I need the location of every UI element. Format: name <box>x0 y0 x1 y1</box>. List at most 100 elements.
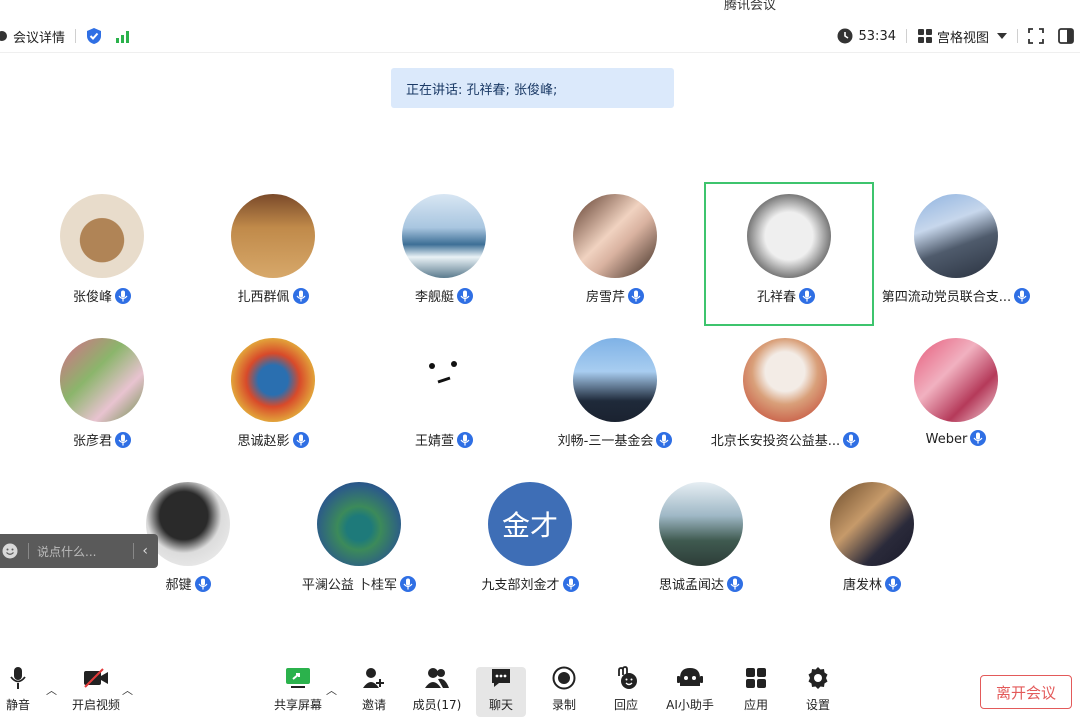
members-icon <box>424 667 450 692</box>
members-button[interactable]: 成员(17) <box>407 666 467 713</box>
participant-name: 房雪芹 <box>585 290 625 305</box>
chat-input-bar[interactable]: 说点什么... ‹ <box>0 534 158 568</box>
view-mode-button[interactable]: 宫格视图 <box>937 27 989 46</box>
participant-tile[interactable]: 金才 九支部刘金才 <box>450 470 610 610</box>
apps-icon <box>745 667 767 692</box>
shield-icon[interactable] <box>86 27 102 45</box>
avatar <box>747 194 831 278</box>
avatar <box>146 482 230 566</box>
ai-assistant-icon <box>676 666 704 693</box>
participant-tile[interactable]: Weber <box>876 326 1036 466</box>
chat-input[interactable]: 说点什么... <box>37 543 125 560</box>
mute-button[interactable]: 静音 <box>0 666 48 713</box>
add-user-icon <box>362 667 386 692</box>
avatar <box>231 194 315 278</box>
share-screen-button[interactable]: 共享屏幕 <box>268 666 328 713</box>
chevron-down-icon[interactable] <box>997 33 1007 39</box>
record-label: 录制 <box>551 698 576 712</box>
participant-tile[interactable]: 思诚孟闻达 <box>621 470 781 610</box>
participant-tile[interactable]: 唐发林 <box>792 470 952 610</box>
participant-tile[interactable]: 房雪芹 <box>535 182 695 322</box>
avatar <box>231 338 315 422</box>
participant-tile[interactable]: 李舰艇 <box>364 182 524 322</box>
chat-label: 聊天 <box>488 698 513 712</box>
avatar <box>573 194 657 278</box>
participant-name: 北京长安投资公益基... <box>710 434 841 449</box>
divider <box>133 543 135 559</box>
speaking-banner: 正在讲话: 孔祥春; 张俊峰; <box>391 68 674 108</box>
participant-tile[interactable]: 刘畅-三一基金会 <box>535 326 695 466</box>
meeting-timer: 53:34 <box>858 28 896 44</box>
participant-name: Weber <box>925 432 968 447</box>
invite-label: 邀请 <box>361 698 386 712</box>
fullscreen-icon[interactable] <box>1028 28 1044 44</box>
participant-tile[interactable]: 张彦君 <box>22 326 182 466</box>
participant-tile[interactable]: 北京长安投资公益基... <box>705 326 865 466</box>
grid-view-icon[interactable] <box>917 28 933 44</box>
collapse-chat-icon[interactable]: ‹ <box>142 543 148 559</box>
share-label: 共享屏幕 <box>273 698 322 712</box>
info-icon[interactable] <box>0 30 8 42</box>
microphone-icon <box>562 576 579 592</box>
microphone-icon <box>194 576 211 592</box>
participant-tile[interactable]: 扎西群佩 <box>193 182 353 322</box>
avatar <box>914 338 998 422</box>
avatar-initials: 金才 <box>501 509 558 542</box>
participant-name: 李舰艇 <box>414 290 454 305</box>
top-bar: 会议详情 53:34 宫格视图 <box>0 20 1080 53</box>
members-label: 成员(17) <box>412 698 462 712</box>
leave-meeting-button[interactable]: 离开会议 <box>980 675 1072 709</box>
participant-tile[interactable]: 王婧萱 <box>364 326 524 466</box>
video-label: 开启视频 <box>71 698 120 712</box>
divider <box>28 543 29 559</box>
settings-button[interactable]: 设置 <box>788 666 848 713</box>
avatar <box>830 482 914 566</box>
meeting-details-button[interactable]: 会议详情 <box>13 27 65 46</box>
invite-button[interactable]: 邀请 <box>344 666 404 713</box>
microphone-icon <box>457 432 473 448</box>
ai-assistant-label: AI小助手 <box>666 698 714 712</box>
signal-icon[interactable] <box>116 29 132 43</box>
emoji-icon[interactable] <box>2 543 18 559</box>
share-options-chevron-icon[interactable]: ︿ <box>326 682 337 698</box>
participant-name: 刘畅-三一基金会 <box>557 434 654 449</box>
participant-name: 孔祥春 <box>756 290 796 305</box>
participant-name: 张俊峰 <box>72 290 112 305</box>
video-button[interactable]: 开启视频 <box>66 666 126 713</box>
participant-name: 平澜公益 卜桂军 <box>301 578 398 593</box>
avatar <box>60 338 144 422</box>
record-button[interactable]: 录制 <box>534 666 594 713</box>
clock-icon <box>837 28 853 44</box>
chat-button[interactable]: 聊天 <box>471 666 531 713</box>
avatar: 金才 <box>488 482 572 566</box>
microphone-icon <box>628 288 644 304</box>
settings-label: 设置 <box>805 698 830 712</box>
mute-options-chevron-icon[interactable]: ︿ <box>46 682 57 698</box>
video-options-chevron-icon[interactable]: ︿ <box>122 682 133 698</box>
sidebar-toggle-icon[interactable] <box>1058 28 1074 44</box>
divider <box>905 29 907 43</box>
divider <box>1017 29 1018 43</box>
share-screen-icon <box>285 667 311 692</box>
video-off-icon <box>83 667 109 691</box>
participant-tile[interactable]: 平澜公益 卜桂军 <box>279 470 439 610</box>
react-button[interactable]: 回应 <box>596 665 656 713</box>
avatar <box>402 338 486 422</box>
participant-tile[interactable]: 孔祥春 <box>704 182 874 326</box>
avatar <box>659 482 743 566</box>
apps-button[interactable]: 应用 <box>726 666 786 713</box>
microphone-icon <box>292 432 309 448</box>
participant-name: 唐发林 <box>842 578 882 593</box>
chat-icon <box>490 667 512 692</box>
participant-tile[interactable]: 第四流动党员联合支... <box>876 182 1036 322</box>
avatar <box>914 194 998 278</box>
participant-tile[interactable]: 思诚赵影 <box>193 326 353 466</box>
microphone-icon <box>292 288 309 304</box>
participant-tile[interactable]: 张俊峰 <box>22 182 182 322</box>
mute-label: 静音 <box>5 698 30 712</box>
avatar <box>402 194 486 278</box>
app-title: 腾讯会议 <box>723 0 776 13</box>
ai-assistant-button[interactable]: AI小助手 <box>660 666 720 713</box>
bottom-toolbar: 静音 ︿ 开启视频 ︿ 共享屏幕 ︿ 邀请 成员(17) 聊天 录制 回应 AI… <box>0 660 1080 718</box>
divider <box>75 29 77 43</box>
